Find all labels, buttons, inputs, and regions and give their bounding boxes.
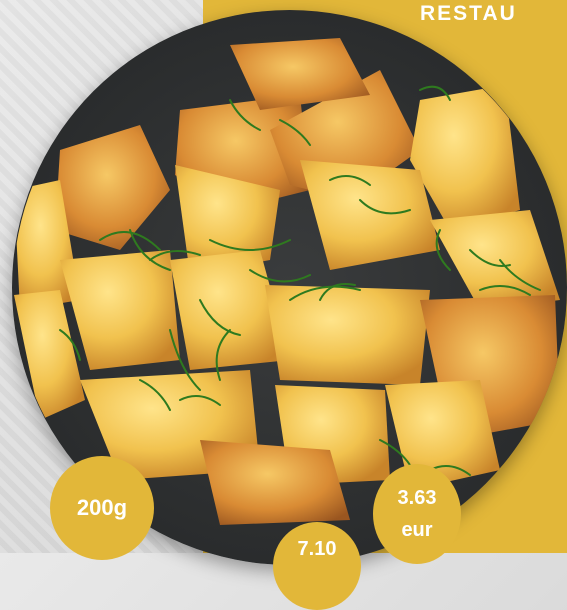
potato-wedge [430,210,560,310]
weight-badge: 200g [50,456,154,560]
secondary-price-badge: 7.10 [273,522,361,610]
price-badge: 3.63 eur [373,464,461,564]
secondary-price-value: 7.10 [297,538,337,560]
potato-wedge [300,160,440,270]
price-value: 3.63 [397,487,437,509]
price-unit: eur [401,519,433,541]
potato-wedge [200,440,350,525]
potato-wedge [55,125,170,250]
weight-value: 200g [76,495,128,520]
